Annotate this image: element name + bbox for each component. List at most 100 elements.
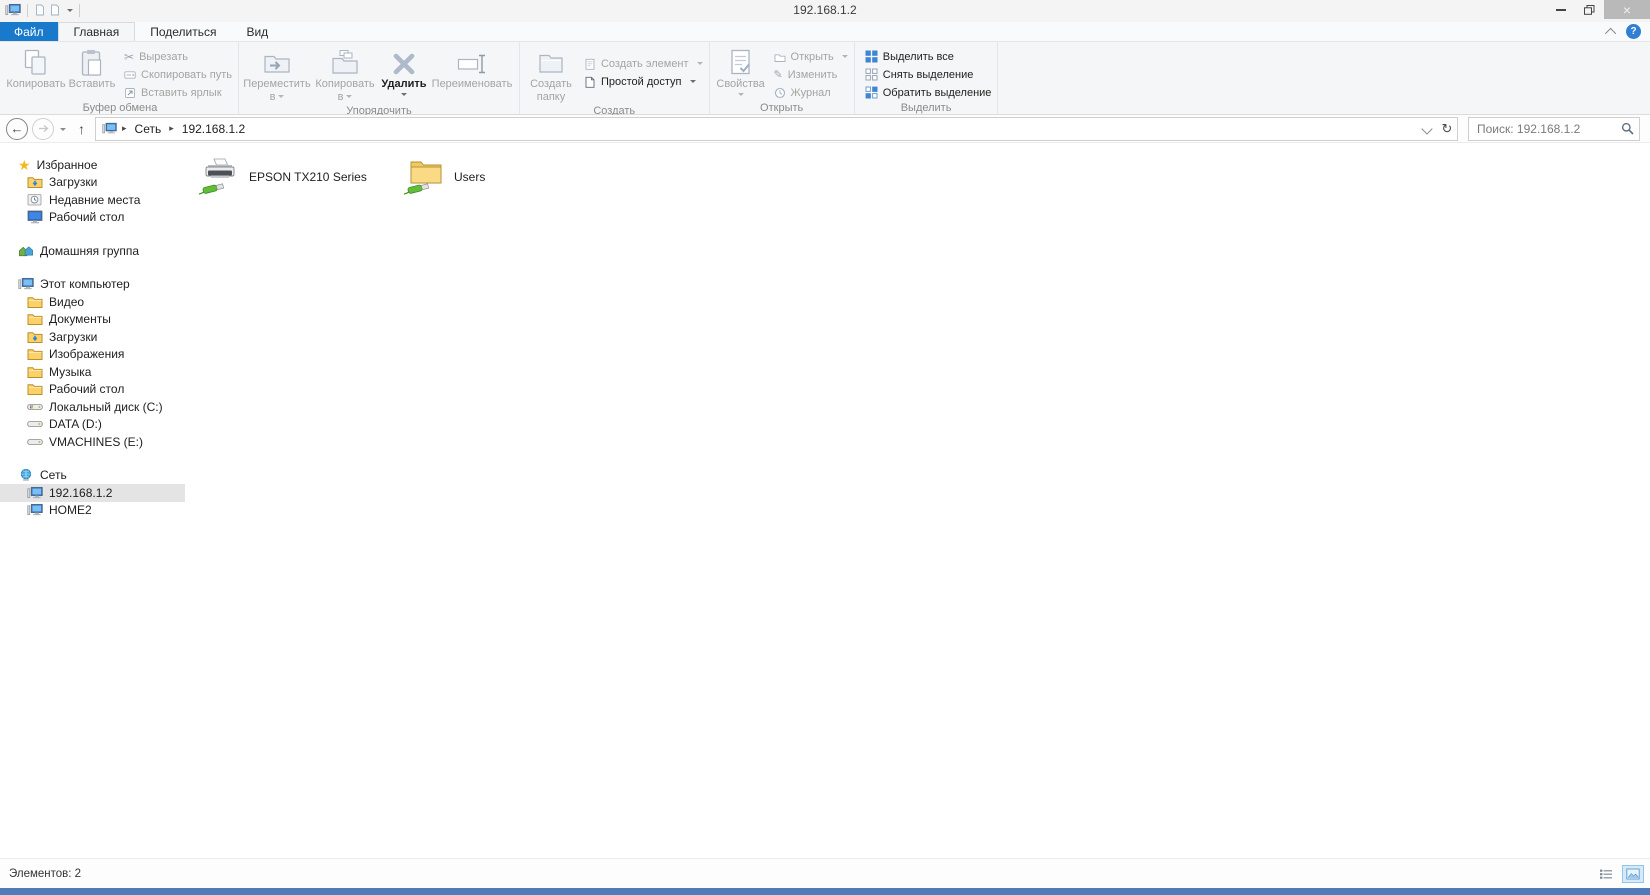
cut-button[interactable]: ✂ Вырезать bbox=[124, 49, 232, 64]
sidebar-item-desktop-pc[interactable]: Рабочий стол bbox=[0, 381, 185, 399]
new-item-button[interactable]: Создать элемент bbox=[584, 56, 703, 71]
tab-view[interactable]: Вид bbox=[231, 22, 283, 41]
refresh-button[interactable]: ↻ bbox=[1437, 118, 1457, 140]
ribbon-group-select: Выделить все Снять выделение Обратить вы… bbox=[855, 42, 999, 114]
invert-selection-icon bbox=[865, 86, 878, 99]
explorer-window: 192.168.1.2 × Файл Главная Поделиться Ви… bbox=[0, 0, 1650, 895]
qat-newfolder-icon[interactable] bbox=[49, 4, 61, 16]
toolbar-separator bbox=[79, 3, 80, 17]
file-item-epson-printer[interactable]: EPSON TX210 Series bbox=[198, 154, 403, 200]
move-to-button[interactable]: Переместить в bbox=[243, 43, 311, 103]
sidebar-section-favorites[interactable]: ★ Избранное bbox=[0, 156, 185, 174]
favorites-star-icon: ★ bbox=[18, 156, 31, 173]
minimize-button[interactable] bbox=[1546, 0, 1575, 19]
network-folder-icon bbox=[403, 156, 447, 198]
invert-selection-button[interactable]: Обратить выделение bbox=[865, 85, 991, 100]
breadcrumb-segment-network[interactable]: Сеть bbox=[130, 118, 167, 140]
ribbon-group-clipboard: Копировать Вставить ✂ Вырезать Скопирова… bbox=[2, 42, 239, 114]
select-all-button[interactable]: Выделить все bbox=[865, 49, 992, 64]
tab-share[interactable]: Поделиться bbox=[135, 22, 231, 41]
sidebar-item-vmachines-e[interactable]: VMACHINES (E:) bbox=[0, 433, 185, 451]
ribbon: Копировать Вставить ✂ Вырезать Скопирова… bbox=[0, 41, 1650, 117]
navigation-pane: ★ Избранное Загрузки Недавние места Рабо… bbox=[0, 143, 185, 858]
sidebar-item-downloads-pc[interactable]: Загрузки bbox=[0, 328, 185, 346]
collapse-ribbon-icon[interactable] bbox=[1604, 27, 1617, 39]
close-button[interactable]: × bbox=[1604, 0, 1650, 19]
toolbar-separator bbox=[27, 3, 28, 17]
history-button[interactable]: Журнал bbox=[774, 85, 848, 100]
sidebar-section-this-pc[interactable]: Этот компьютер bbox=[0, 276, 185, 294]
rename-button[interactable]: Переименовать bbox=[429, 43, 515, 91]
quick-access-toolbar bbox=[0, 0, 83, 17]
sidebar-item-home2[interactable]: HOME2 bbox=[0, 502, 185, 520]
sidebar-section-network[interactable]: Сеть bbox=[0, 467, 185, 485]
item-count: Элементов: 2 bbox=[9, 867, 82, 880]
up-button[interactable]: ↑ bbox=[72, 121, 91, 137]
breadcrumb-segment-host[interactable]: 192.168.1.2 bbox=[177, 118, 250, 140]
edit-button[interactable]: ✎ Изменить bbox=[774, 67, 848, 82]
file-item-label: EPSON TX210 Series bbox=[249, 170, 367, 184]
open-icon bbox=[774, 51, 786, 63]
file-item-label: Users bbox=[454, 170, 486, 184]
ribbon-group-open: Свойства Открыть ✎ Изменить Журнал Откры… bbox=[710, 42, 855, 114]
recent-places-icon bbox=[27, 193, 43, 207]
tab-file[interactable]: Файл bbox=[0, 22, 58, 41]
new-folder-button[interactable]: Создать папку bbox=[524, 43, 578, 103]
paste-shortcut-button[interactable]: Вставить ярлык bbox=[124, 85, 232, 100]
qat-properties-icon[interactable] bbox=[34, 4, 46, 16]
open-button[interactable]: Открыть bbox=[774, 49, 848, 64]
breadcrumb-location-icon[interactable] bbox=[100, 118, 119, 140]
easy-access-button[interactable]: Простой доступ bbox=[584, 74, 703, 89]
downloads-folder-icon bbox=[27, 175, 43, 189]
copy-button[interactable]: Копировать bbox=[6, 43, 66, 91]
copy-to-icon bbox=[331, 46, 359, 77]
system-menu-icon[interactable] bbox=[5, 3, 21, 17]
sidebar-item-desktop[interactable]: Рабочий стол bbox=[0, 209, 185, 227]
copy-path-icon bbox=[124, 69, 136, 81]
sidebar-section-homegroup[interactable]: Домашняя группа bbox=[0, 242, 185, 260]
copy-path-button[interactable]: Скопировать путь bbox=[124, 67, 232, 82]
tab-home[interactable]: Главная bbox=[57, 22, 136, 41]
network-printer-icon bbox=[198, 156, 242, 198]
qat-customize-dropdown-icon[interactable] bbox=[64, 8, 73, 12]
network-globe-icon bbox=[18, 468, 34, 482]
move-to-icon bbox=[263, 46, 291, 77]
window-title: 192.168.1.2 bbox=[793, 3, 857, 17]
sidebar-item-videos[interactable]: Видео bbox=[0, 293, 185, 311]
search-input[interactable] bbox=[1477, 121, 1621, 136]
sidebar-item-documents[interactable]: Документы bbox=[0, 311, 185, 329]
desktop-monitor-icon bbox=[27, 210, 43, 224]
copy-to-button[interactable]: Копировать в bbox=[311, 43, 379, 103]
recent-locations-dropdown-icon[interactable] bbox=[58, 122, 68, 136]
back-button[interactable]: ← bbox=[6, 117, 28, 140]
new-item-icon bbox=[584, 58, 596, 70]
address-history-dropdown-icon[interactable] bbox=[1417, 118, 1437, 140]
sidebar-item-192-168-1-2[interactable]: 192.168.1.2 bbox=[0, 484, 185, 502]
properties-button[interactable]: Свойства bbox=[714, 43, 768, 96]
sidebar-item-data-d[interactable]: DATA (D:) bbox=[0, 416, 185, 434]
music-folder-icon bbox=[27, 365, 43, 379]
select-none-button[interactable]: Снять выделение bbox=[865, 67, 992, 82]
sidebar-item-recent-places[interactable]: Недавние места bbox=[0, 191, 185, 209]
restore-button[interactable] bbox=[1575, 0, 1604, 19]
large-icons-view-button[interactable] bbox=[1622, 864, 1644, 883]
paste-button[interactable]: Вставить bbox=[66, 43, 118, 91]
paste-icon bbox=[78, 46, 106, 77]
delete-button[interactable]: Удалить bbox=[379, 43, 429, 96]
address-bar[interactable]: ▸ Сеть ▸ 192.168.1.2 ↻ bbox=[95, 116, 1458, 141]
details-view-button[interactable] bbox=[1595, 865, 1617, 883]
file-item-users-folder[interactable]: Users bbox=[403, 154, 608, 200]
sidebar-item-pictures[interactable]: Изображения bbox=[0, 346, 185, 364]
forward-button[interactable] bbox=[32, 117, 54, 140]
file-list: EPSON TX210 Series Users bbox=[185, 143, 1650, 858]
help-icon[interactable]: ? bbox=[1626, 24, 1641, 39]
search-icon bbox=[1621, 122, 1634, 135]
network-computer-icon bbox=[27, 503, 43, 517]
sidebar-item-music[interactable]: Музыка bbox=[0, 363, 185, 381]
sidebar-item-local-disk-c[interactable]: Локальный диск (C:) bbox=[0, 398, 185, 416]
rename-icon bbox=[457, 46, 487, 77]
properties-icon bbox=[727, 46, 755, 77]
breadcrumb-separator-icon: ▸ bbox=[122, 123, 127, 133]
sidebar-item-downloads[interactable]: Загрузки bbox=[0, 174, 185, 192]
breadcrumb-separator-icon: ▸ bbox=[169, 123, 174, 133]
